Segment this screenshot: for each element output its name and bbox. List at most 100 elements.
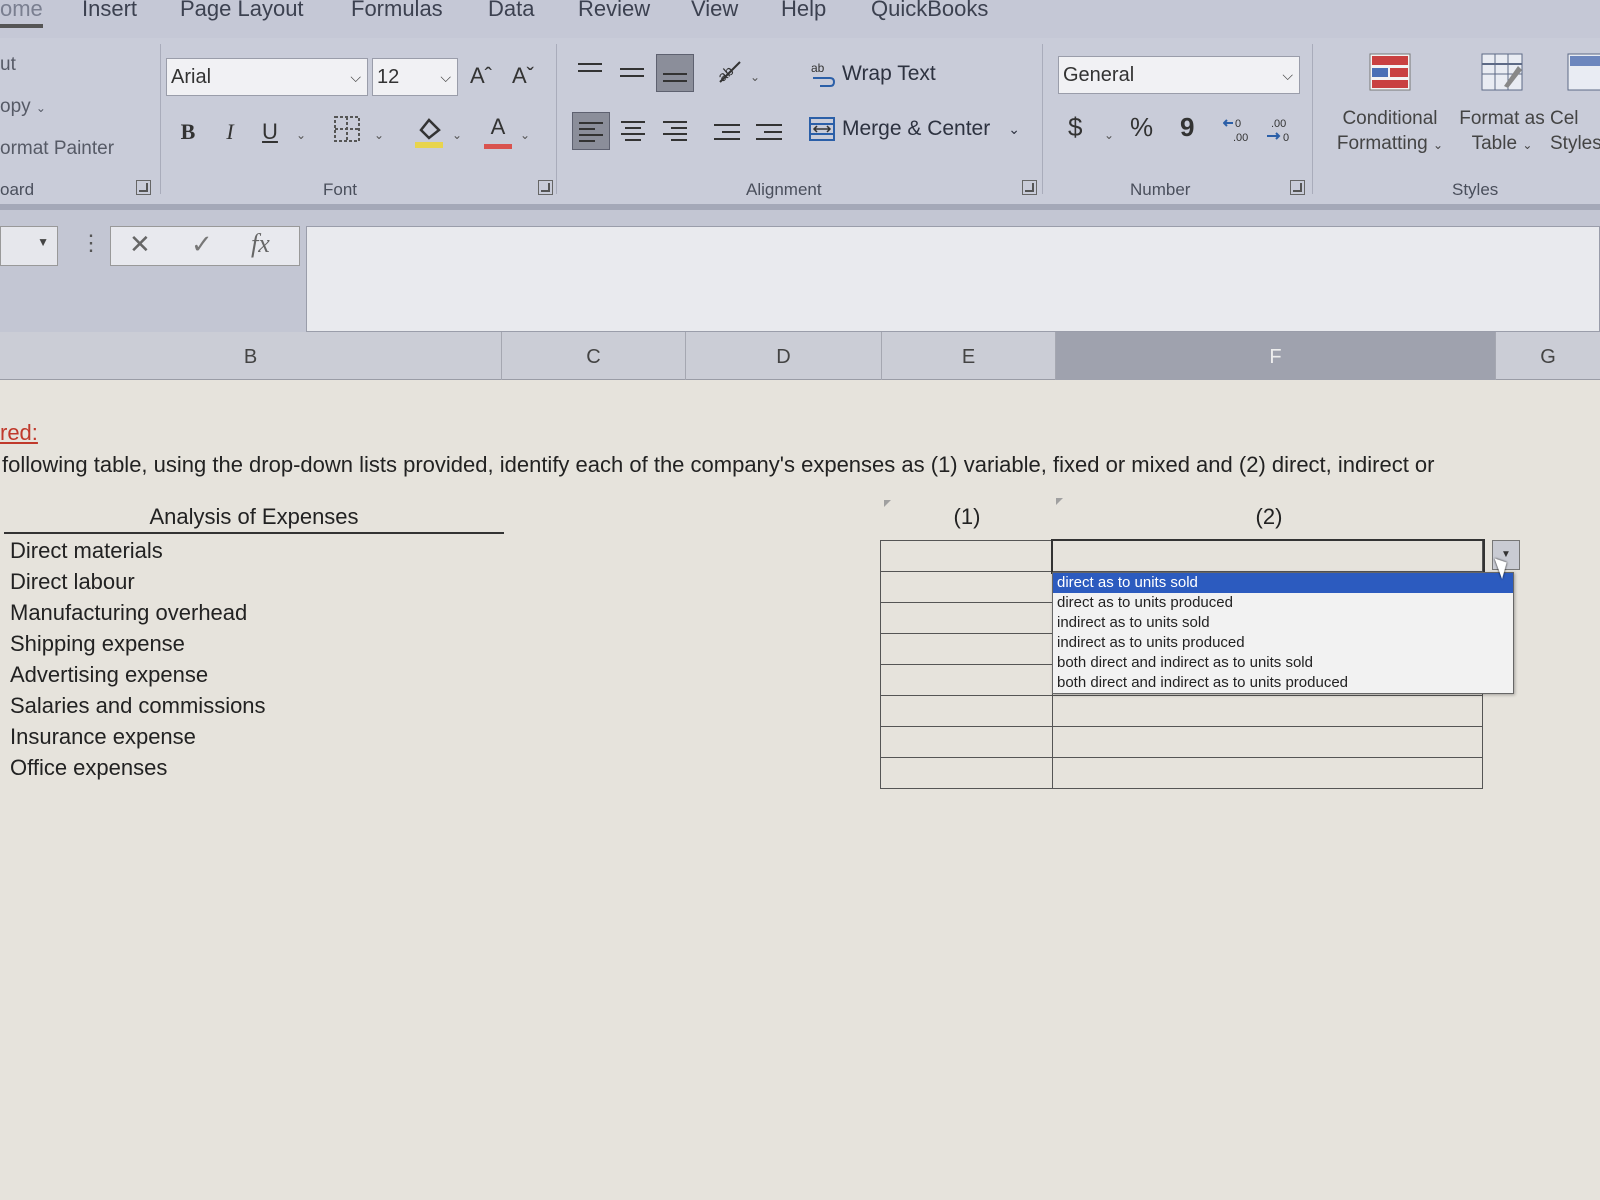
dropdown-option[interactable]: direct as to units produced — [1053, 593, 1513, 613]
tab-help[interactable]: Help — [781, 0, 826, 22]
font-size-select[interactable]: 12 ⌵ — [372, 58, 458, 96]
tab-data[interactable]: Data — [488, 0, 534, 22]
dropdown-option[interactable]: both direct and indirect as to units pro… — [1053, 673, 1513, 693]
conditional-formatting-button[interactable]: Conditional Formatting ⌄ — [1330, 106, 1450, 158]
chevron-down-icon[interactable]: ⌄ — [1104, 128, 1114, 142]
paint-bucket-icon — [415, 118, 443, 148]
font-color-button[interactable]: A — [484, 110, 512, 149]
font-launcher-icon[interactable] — [538, 180, 553, 195]
cell-styles-button[interactable]: Cel Styles — [1550, 106, 1600, 156]
bold-button[interactable]: B — [176, 114, 200, 150]
cut-button[interactable]: ut — [0, 54, 16, 76]
grow-font-button[interactable]: Aˆ — [466, 58, 496, 94]
align-center-icon[interactable] — [614, 112, 652, 150]
comma-style-button[interactable]: 9 — [1180, 112, 1194, 143]
alignment-launcher-icon[interactable] — [1022, 180, 1037, 195]
enter-icon[interactable]: ✓ — [191, 229, 213, 260]
bottom-align-icon[interactable] — [656, 54, 694, 92]
copy-button[interactable]: opy ⌄ — [0, 96, 46, 118]
variable-fixed-cell[interactable] — [880, 602, 1053, 634]
increase-decimal-button[interactable]: 0.00 — [1222, 114, 1256, 157]
group-divider — [1042, 44, 1043, 194]
font-family-select[interactable]: Arial ⌵ — [166, 58, 368, 96]
formula-input[interactable] — [306, 226, 1600, 332]
worksheet: red: following table, using the drop-dow… — [0, 380, 1600, 1200]
align-right-icon[interactable] — [656, 112, 694, 150]
borders-button[interactable] — [330, 114, 364, 155]
column-header-c[interactable]: C — [502, 332, 686, 380]
column-header-g[interactable]: G — [1496, 332, 1600, 380]
expense-item[interactable]: Direct labour — [10, 569, 266, 600]
expense-item[interactable]: Insurance expense — [10, 724, 266, 755]
direct-indirect-cell[interactable] — [1052, 726, 1483, 758]
underline-button[interactable]: U — [258, 114, 282, 150]
currency-button[interactable]: $ — [1068, 112, 1082, 143]
chevron-down-icon[interactable]: ⌄ — [296, 128, 306, 142]
variable-fixed-cell[interactable] — [880, 633, 1053, 665]
format-painter-button[interactable]: ormat Painter — [0, 138, 114, 160]
variable-fixed-cell[interactable] — [880, 664, 1053, 696]
column-header-f[interactable]: F — [1056, 332, 1496, 380]
name-box[interactable]: ▼ — [0, 226, 58, 266]
dropdown-option[interactable]: indirect as to units produced — [1053, 633, 1513, 653]
insert-function-icon[interactable]: fx — [251, 229, 270, 259]
variable-fixed-cell[interactable] — [880, 540, 1053, 572]
column-header-d[interactable]: D — [686, 332, 882, 380]
chevron-down-icon[interactable]: ⌄ — [750, 70, 760, 84]
svg-text:.00: .00 — [1271, 118, 1286, 130]
analysis-title: Analysis of Expenses — [4, 504, 504, 534]
orientation-button[interactable]: ab — [710, 54, 746, 97]
format-as-table-button[interactable]: Format as Table ⌄ — [1452, 106, 1552, 158]
chevron-down-icon[interactable]: ⌄ — [520, 128, 530, 142]
tab-home[interactable]: ome — [0, 0, 43, 28]
required-label: red: — [0, 420, 38, 445]
direct-indirect-cell[interactable] — [1052, 757, 1483, 789]
column-2-label: (2) — [1255, 504, 1283, 529]
tab-quickbooks[interactable]: QuickBooks — [871, 0, 988, 22]
decrease-decimal-button[interactable]: .00 0 — [1262, 114, 1296, 157]
merge-center-label: Merge & Center — [842, 117, 991, 140]
variable-fixed-cell[interactable] — [880, 757, 1053, 789]
increase-indent-icon[interactable] — [750, 112, 788, 150]
expense-item[interactable]: Manufacturing overhead — [10, 600, 266, 631]
variable-fixed-cell[interactable] — [880, 695, 1053, 727]
fill-color-button[interactable] — [412, 114, 446, 161]
variable-fixed-cell[interactable] — [880, 571, 1053, 603]
variable-fixed-cell[interactable] — [880, 726, 1053, 758]
formula-bar-splitter[interactable]: ⋮ — [80, 230, 102, 256]
expense-item[interactable]: Salaries and commissions — [10, 693, 266, 724]
number-format-select[interactable]: General ⌵ — [1058, 56, 1300, 94]
expense-item[interactable]: Shipping expense — [10, 631, 266, 662]
align-left-icon[interactable] — [572, 112, 610, 150]
tab-page-layout[interactable]: Page Layout — [180, 0, 304, 22]
expense-item[interactable]: Direct materials — [10, 538, 266, 569]
tab-review[interactable]: Review — [578, 0, 650, 22]
chevron-down-icon[interactable]: ⌄ — [452, 128, 462, 142]
chevron-down-icon[interactable]: ⌄ — [374, 128, 384, 142]
clipboard-launcher-icon[interactable] — [136, 180, 151, 195]
expense-item[interactable]: Advertising expense — [10, 662, 266, 693]
direct-indirect-cell[interactable] — [1050, 538, 1485, 574]
column-header-b[interactable]: B — [0, 332, 502, 380]
column-1-label: (1) — [953, 504, 981, 529]
number-launcher-icon[interactable] — [1290, 180, 1305, 195]
wrap-text-button[interactable]: ab Wrap Text — [810, 60, 936, 88]
tab-formulas[interactable]: Formulas — [351, 0, 443, 22]
svg-text:ab: ab — [811, 61, 825, 75]
merge-center-button[interactable]: Merge & Center ⌄ — [808, 116, 1020, 142]
direct-indirect-cell[interactable] — [1052, 695, 1483, 727]
decrease-indent-icon[interactable] — [708, 112, 746, 150]
italic-button[interactable]: I — [218, 114, 242, 150]
percent-button[interactable]: % — [1130, 112, 1153, 143]
tab-view[interactable]: View — [691, 0, 738, 22]
dropdown-option[interactable]: direct as to units sold — [1053, 573, 1513, 593]
middle-align-icon[interactable] — [614, 54, 652, 92]
top-align-icon[interactable] — [572, 54, 610, 92]
shrink-font-button[interactable]: Aˇ — [508, 58, 538, 94]
dropdown-option[interactable]: indirect as to units sold — [1053, 613, 1513, 633]
cancel-icon[interactable]: ✕ — [129, 229, 151, 260]
column-header-e[interactable]: E — [882, 332, 1056, 380]
dropdown-option[interactable]: both direct and indirect as to units sol… — [1053, 653, 1513, 673]
expense-item[interactable]: Office expenses — [10, 755, 266, 786]
tab-insert[interactable]: Insert — [82, 0, 137, 22]
